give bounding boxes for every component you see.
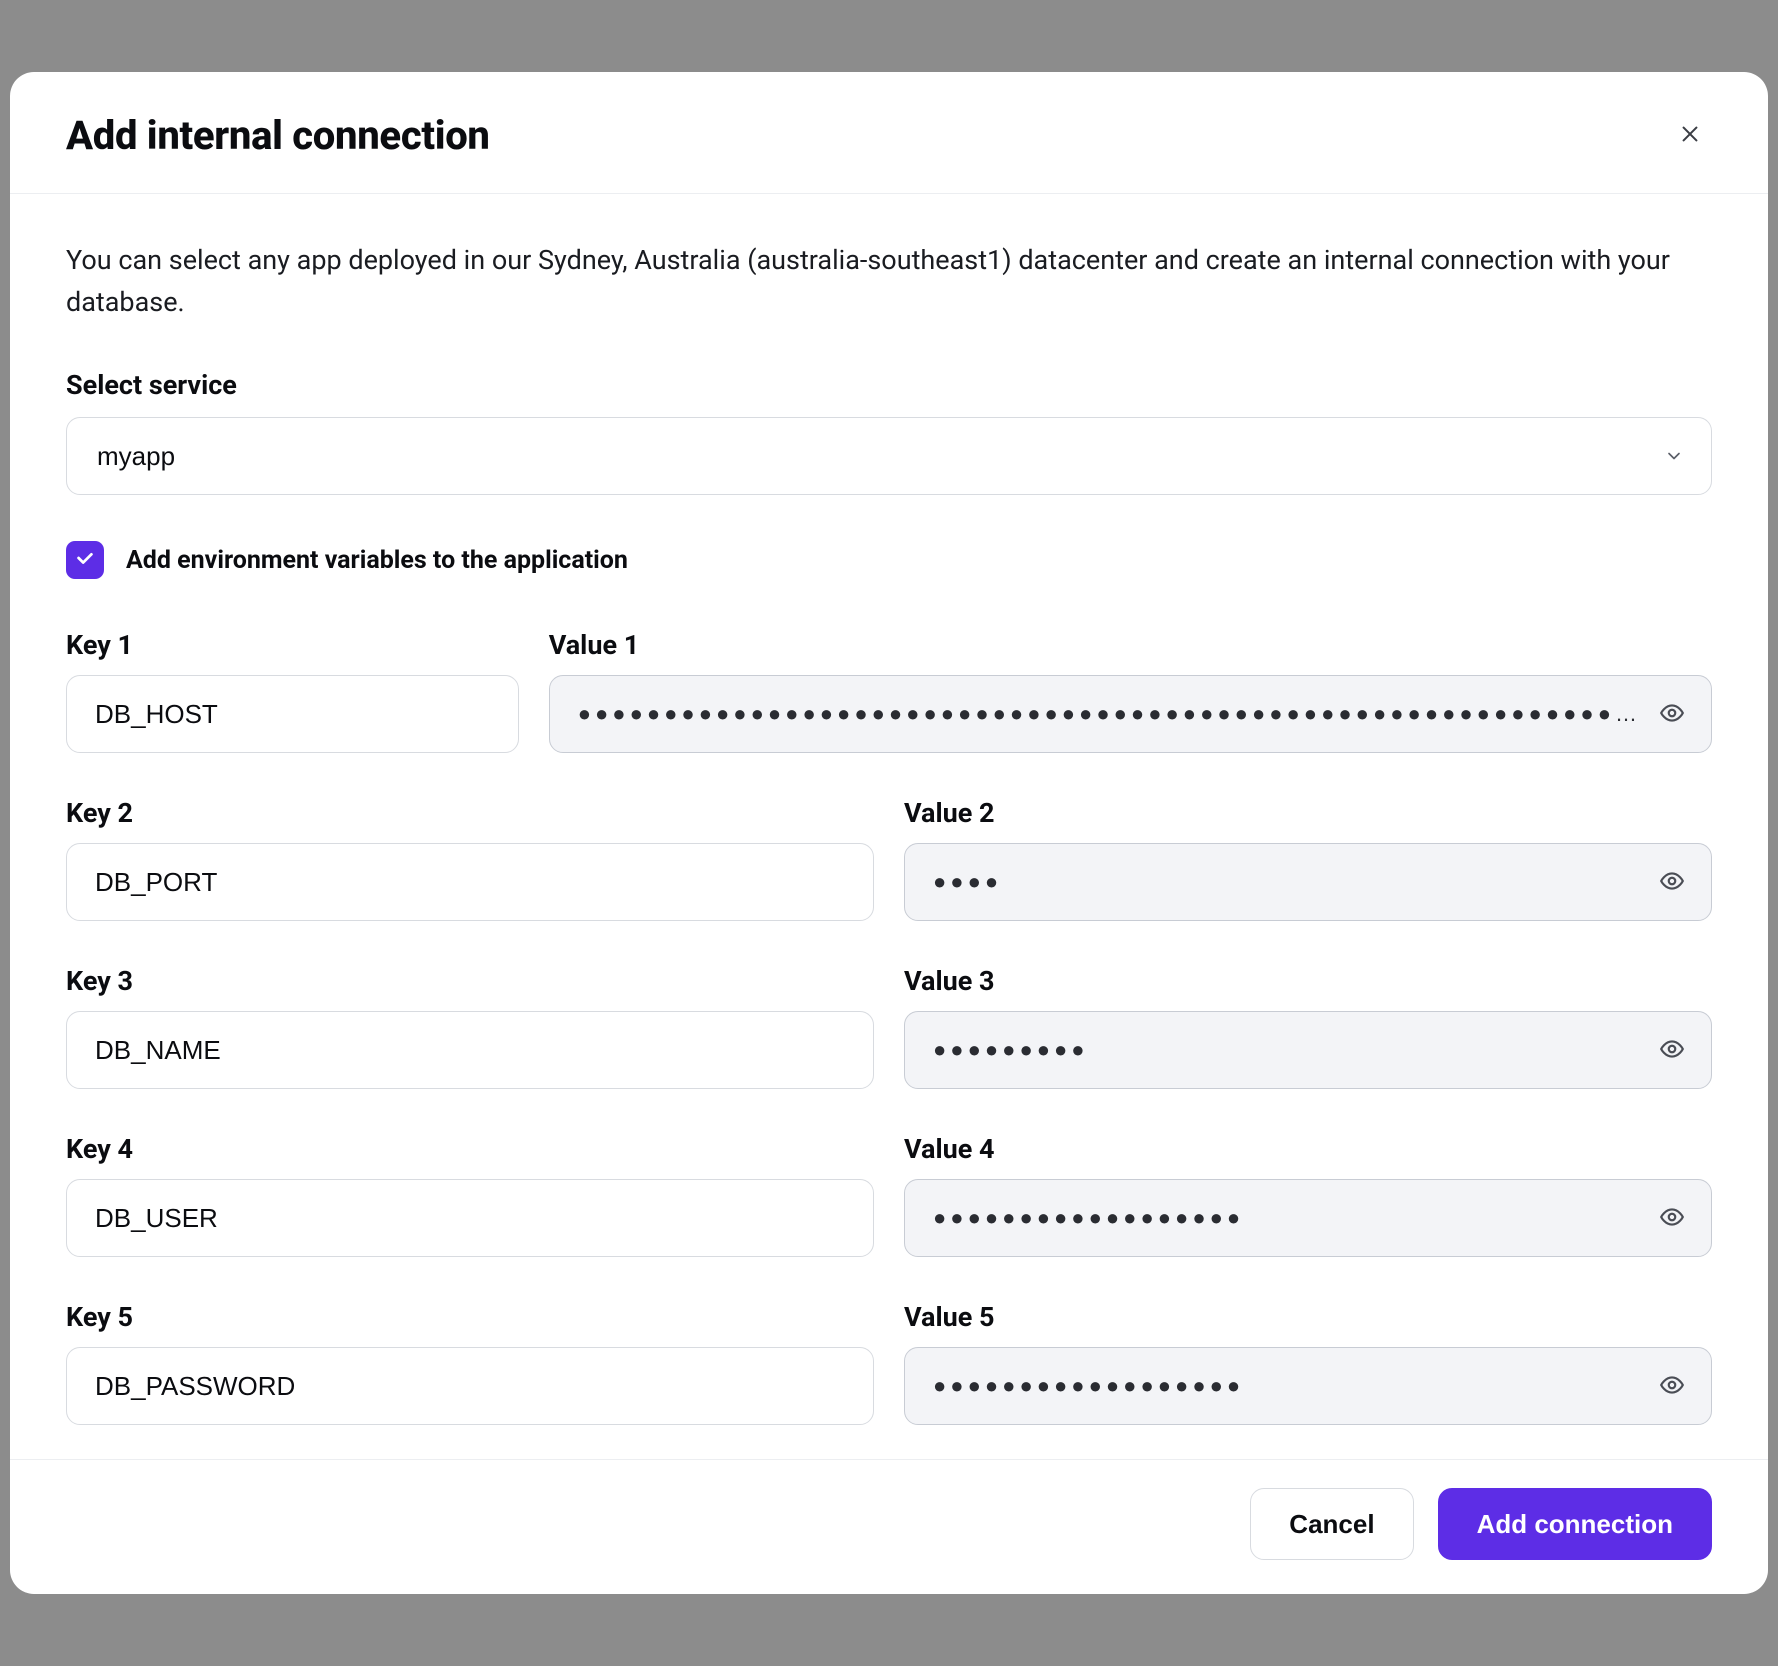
env-vars-checkbox[interactable] [66, 541, 104, 579]
modal-footer: Cancel Add connection [10, 1459, 1768, 1594]
masked-value: ●●●●●●●●●●●●●●●●●● [933, 1205, 1244, 1231]
value-input[interactable]: ●●●● [904, 843, 1712, 921]
select-service-wrap [66, 417, 1712, 495]
env-vars-checkbox-label: Add environment variables to the applica… [126, 546, 628, 575]
key-input[interactable] [66, 1179, 874, 1257]
select-service-dropdown[interactable] [66, 417, 1712, 495]
value-input[interactable]: ●●●●●●●●●●●●●●●●●● [904, 1347, 1712, 1425]
masked-value: ●●●●●●●●● [933, 1037, 1089, 1063]
masked-value: ●●●● [933, 869, 1002, 895]
value-column: Value 2 ●●●● [904, 797, 1712, 921]
reveal-value-button[interactable] [1655, 865, 1689, 899]
eye-icon [1659, 868, 1685, 897]
eye-icon [1659, 700, 1685, 729]
key-column: Key 5 [66, 1301, 874, 1425]
value-label: Value 4 [904, 1133, 1712, 1165]
env-var-pairs: Key 1 Value 1 ●●●●●●●●●●●●●●●●●●●●●●●●●●… [66, 629, 1712, 1425]
modal-title: Add internal connection [66, 112, 490, 159]
key-label: Key 5 [66, 1301, 874, 1333]
masked-value: ●●●●●●●●●●●●●●●●●●●●●●●●●●●●●●●●●●●●●●●●… [578, 701, 1641, 727]
modal-body: You can select any app deployed in our S… [10, 194, 1768, 1460]
env-var-row: Key 3 Value 3 ●●●●●●●●● [66, 965, 1712, 1089]
key-label: Key 4 [66, 1133, 874, 1165]
value-label: Value 5 [904, 1301, 1712, 1333]
add-connection-button[interactable]: Add connection [1438, 1488, 1712, 1560]
key-column: Key 2 [66, 797, 874, 921]
close-icon [1679, 123, 1701, 148]
value-input[interactable]: ●●●●●●●●●●●●●●●●●●●●●●●●●●●●●●●●●●●●●●●●… [549, 675, 1712, 753]
reveal-value-button[interactable] [1655, 1201, 1689, 1235]
select-service-label: Select service [66, 369, 1712, 401]
check-icon [74, 547, 96, 573]
key-column: Key 3 [66, 965, 874, 1089]
key-label: Key 2 [66, 797, 874, 829]
eye-icon [1659, 1036, 1685, 1065]
value-input[interactable]: ●●●●●●●●● [904, 1011, 1712, 1089]
cancel-button[interactable]: Cancel [1250, 1488, 1413, 1560]
modal-header: Add internal connection [10, 72, 1768, 194]
reveal-value-button[interactable] [1655, 1033, 1689, 1067]
add-internal-connection-modal: Add internal connection You can select a… [10, 72, 1768, 1595]
env-var-row: Key 5 Value 5 ●●●●●●●●●●●●●●●●●● [66, 1301, 1712, 1425]
env-vars-checkbox-row: Add environment variables to the applica… [66, 541, 1712, 579]
key-column: Key 4 [66, 1133, 874, 1257]
reveal-value-button[interactable] [1655, 697, 1689, 731]
key-label: Key 3 [66, 965, 874, 997]
modal-description: You can select any app deployed in our S… [66, 240, 1712, 324]
eye-icon [1659, 1204, 1685, 1233]
value-input[interactable]: ●●●●●●●●●●●●●●●●●● [904, 1179, 1712, 1257]
key-column: Key 1 [66, 629, 519, 753]
env-var-row: Key 2 Value 2 ●●●● [66, 797, 1712, 921]
value-column: Value 5 ●●●●●●●●●●●●●●●●●● [904, 1301, 1712, 1425]
key-input[interactable] [66, 675, 519, 753]
close-button[interactable] [1668, 113, 1712, 157]
value-column: Value 3 ●●●●●●●●● [904, 965, 1712, 1089]
key-label: Key 1 [66, 629, 519, 661]
env-var-row: Key 4 Value 4 ●●●●●●●●●●●●●●●●●● [66, 1133, 1712, 1257]
value-column: Value 4 ●●●●●●●●●●●●●●●●●● [904, 1133, 1712, 1257]
key-input[interactable] [66, 843, 874, 921]
value-column: Value 1 ●●●●●●●●●●●●●●●●●●●●●●●●●●●●●●●●… [549, 629, 1712, 753]
eye-icon [1659, 1372, 1685, 1401]
value-label: Value 2 [904, 797, 1712, 829]
masked-value: ●●●●●●●●●●●●●●●●●● [933, 1373, 1244, 1399]
key-input[interactable] [66, 1347, 874, 1425]
key-input[interactable] [66, 1011, 874, 1089]
env-var-row: Key 1 Value 1 ●●●●●●●●●●●●●●●●●●●●●●●●●●… [66, 629, 1712, 753]
value-label: Value 1 [549, 629, 1712, 661]
reveal-value-button[interactable] [1655, 1369, 1689, 1403]
value-label: Value 3 [904, 965, 1712, 997]
